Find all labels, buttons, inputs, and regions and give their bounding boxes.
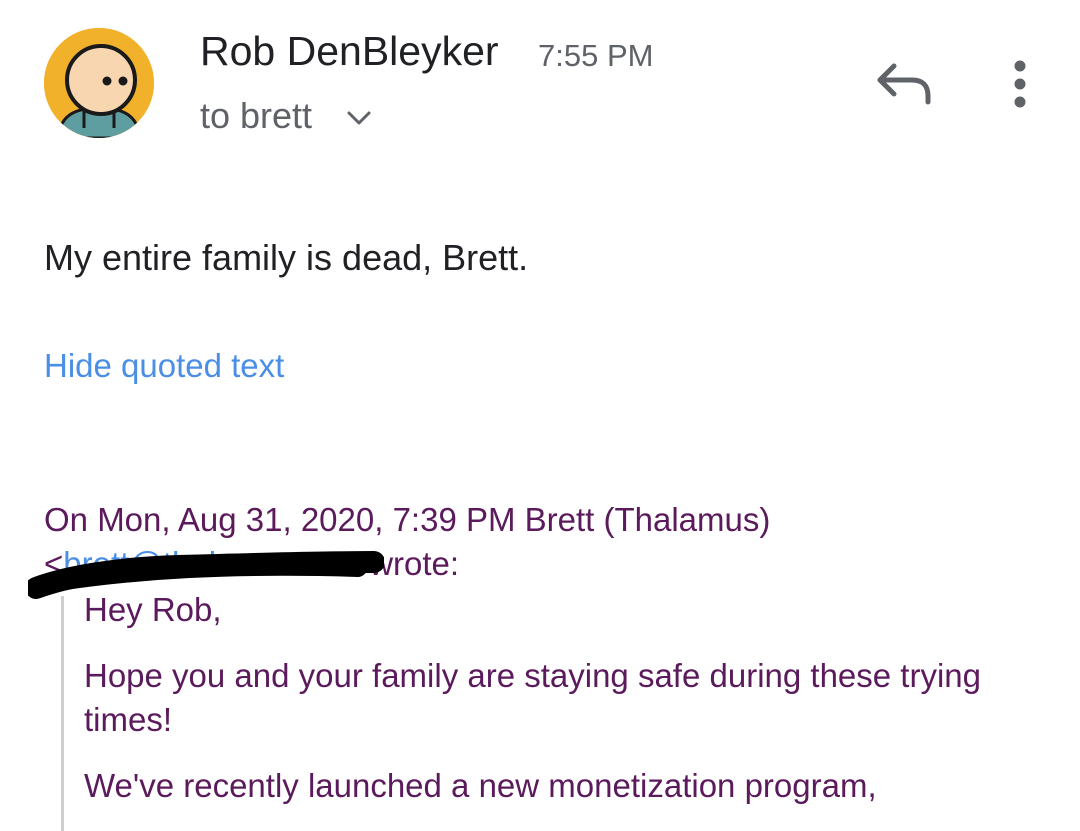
sender-avatar[interactable] bbox=[44, 28, 154, 138]
quote-paragraph: We've recently launched a new monetizati… bbox=[84, 767, 877, 804]
email-view: Rob DenBleyker 7:55 PM to brett My entir… bbox=[0, 0, 1080, 831]
chevron-down-icon[interactable] bbox=[346, 108, 372, 128]
recipient-label: to brett bbox=[200, 95, 313, 136]
sent-time: 7:55 PM bbox=[538, 38, 654, 73]
more-options-button[interactable] bbox=[1000, 56, 1040, 112]
reply-button[interactable] bbox=[870, 58, 938, 110]
quote-greeting: Hey Rob, bbox=[84, 591, 222, 628]
quote-paragraph: Hope you and your family are staying saf… bbox=[84, 657, 981, 738]
quoted-message: Hey Rob, Hope you and your family are st… bbox=[84, 588, 1044, 830]
sender-name: Rob DenBleyker bbox=[200, 28, 499, 74]
cartoon-avatar-icon bbox=[44, 28, 154, 138]
more-vert-icon bbox=[1014, 60, 1026, 108]
hide-quoted-text-link[interactable]: Hide quoted text bbox=[44, 347, 284, 385]
quote-left-border bbox=[61, 596, 64, 831]
message-body: My entire family is dead, Brett. bbox=[44, 237, 529, 278]
attribution-line: On Mon, Aug 31, 2020, 7:39 PM Brett (Tha… bbox=[44, 501, 771, 538]
reply-icon bbox=[877, 63, 931, 105]
